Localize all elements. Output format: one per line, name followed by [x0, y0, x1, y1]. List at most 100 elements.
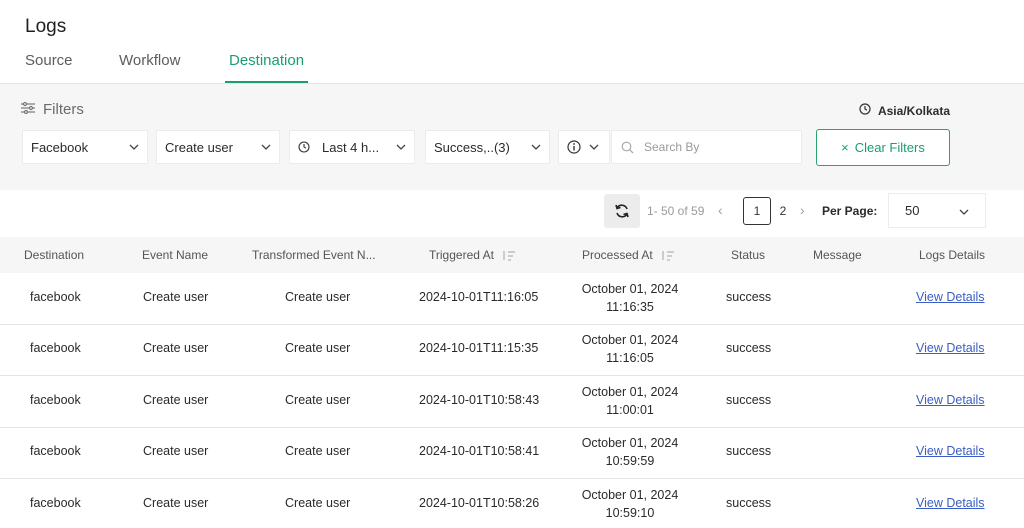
- filter-panel: Filters Asia/Kolkata Facebook Create use…: [0, 84, 1024, 190]
- chevron-right-icon[interactable]: ›: [800, 202, 805, 218]
- status-value: Success,..(3): [434, 139, 510, 155]
- col-triggered-at[interactable]: Triggered At: [429, 248, 516, 262]
- chevron-down-icon: [531, 142, 541, 152]
- processed-time: 11:00:01: [606, 403, 654, 417]
- chevron-left-icon[interactable]: ‹: [718, 202, 723, 218]
- col-message: Message: [813, 248, 862, 262]
- event-dropdown[interactable]: Create user: [156, 130, 280, 164]
- table-row: facebook Create user Create user 2024-10-01…: [0, 324, 1024, 376]
- cell-transformed-event: Create user: [285, 290, 351, 304]
- cell-event-name: Create user: [143, 444, 209, 458]
- cell-triggered-at: 2024-10-01T10:58:41: [419, 444, 540, 458]
- sliders-icon: [21, 101, 35, 118]
- processed-date: October 01, 2024: [581, 488, 679, 502]
- cell-destination: facebook: [30, 393, 81, 407]
- cell-status: success: [726, 290, 772, 304]
- tab-destination[interactable]: Destination: [225, 52, 309, 83]
- per-page-label: Per Page:: [822, 204, 878, 218]
- cell-processed-at: October 01, 2024 10:59:10: [570, 486, 690, 522]
- cell-status: success: [726, 341, 772, 355]
- chevron-down-icon: [959, 203, 969, 218]
- col-triggered-at-label: Triggered At: [429, 248, 494, 262]
- cell-transformed-event: Create user: [285, 393, 351, 407]
- cell-triggered-at: 2024-10-01T11:15:35: [419, 341, 539, 355]
- chevron-down-icon: [261, 142, 271, 152]
- clock-icon: [859, 103, 871, 118]
- event-value: Create user: [165, 139, 233, 155]
- per-page-dropdown[interactable]: 50: [888, 193, 986, 228]
- pagination-range: 1- 50 of 59: [647, 204, 705, 218]
- page-2-button[interactable]: 2: [769, 197, 797, 225]
- status-dropdown[interactable]: Success,..(3): [425, 130, 550, 164]
- refresh-icon: [614, 203, 630, 219]
- processed-date: October 01, 2024: [581, 333, 679, 347]
- view-details-link[interactable]: View Details: [916, 393, 985, 407]
- timezone-label: Asia/Kolkata: [877, 103, 950, 118]
- view-details-link[interactable]: View Details: [916, 444, 985, 458]
- cell-destination: facebook: [30, 341, 81, 355]
- table-header: Destination Event Name Transformed Event…: [0, 237, 1024, 273]
- clear-filters-button[interactable]: × Clear Filters: [816, 129, 950, 166]
- search-icon: [621, 141, 634, 154]
- page-title: Logs: [25, 16, 67, 37]
- processed-time: 10:59:10: [605, 506, 655, 520]
- processed-time: 11:16:35: [606, 300, 654, 314]
- col-processed-at-label: Processed At: [582, 248, 653, 262]
- filters-header: Filters: [21, 101, 84, 118]
- cell-destination: facebook: [30, 496, 81, 510]
- cell-processed-at: October 01, 2024 11:16:35: [570, 280, 690, 316]
- col-status: Status: [731, 248, 766, 262]
- col-processed-at[interactable]: Processed At: [582, 248, 675, 262]
- col-destination: Destination: [24, 248, 85, 262]
- processed-date: October 01, 2024: [581, 436, 679, 450]
- tab-workflow[interactable]: Workflow: [115, 52, 184, 83]
- search-box: [611, 130, 802, 164]
- view-details-link[interactable]: View Details: [916, 341, 985, 355]
- table-row: facebook Create user Create user 2024-10-01…: [0, 427, 1024, 479]
- cell-transformed-event: Create user: [285, 496, 351, 510]
- cell-triggered-at: 2024-10-01T11:16:05: [419, 290, 539, 304]
- col-transformed-event: Transformed Event N...: [252, 248, 376, 262]
- destination-value: Facebook: [31, 139, 89, 155]
- info-icon: [567, 140, 581, 154]
- destination-dropdown[interactable]: Facebook: [22, 130, 148, 164]
- time-range-dropdown[interactable]: Last 4 h...: [289, 130, 415, 164]
- table-row: facebook Create user Create user 2024-10-01…: [0, 376, 1024, 428]
- clock-icon: [298, 141, 310, 153]
- sort-icon: [661, 249, 675, 261]
- table-row: facebook Create user Create user 2024-10-01…: [0, 273, 1024, 325]
- chevron-down-icon: [396, 142, 406, 152]
- cell-transformed-event: Create user: [285, 341, 351, 355]
- page-1-button[interactable]: 1: [743, 197, 771, 225]
- search-input[interactable]: [644, 140, 784, 154]
- refresh-button[interactable]: [604, 194, 640, 228]
- sort-icon: [502, 249, 516, 261]
- per-page-value: 50: [905, 203, 920, 218]
- cell-status: success: [726, 496, 772, 510]
- view-details-link[interactable]: View Details: [916, 496, 985, 510]
- timezone-indicator: Asia/Kolkata: [859, 103, 950, 118]
- cell-event-name: Create user: [143, 341, 209, 355]
- cell-triggered-at: 2024-10-01T10:58:43: [419, 393, 540, 407]
- cell-transformed-event: Create user: [285, 444, 351, 458]
- search-field-dropdown[interactable]: [558, 130, 610, 164]
- view-details-link[interactable]: View Details: [916, 290, 985, 304]
- chevron-down-icon: [129, 142, 139, 152]
- cell-event-name: Create user: [143, 290, 209, 304]
- cell-triggered-at: 2024-10-01T10:58:26: [419, 496, 540, 510]
- cell-processed-at: October 01, 2024 11:00:01: [570, 383, 690, 419]
- close-icon: ×: [841, 140, 849, 155]
- tab-bar: Source Workflow Destination: [0, 48, 1024, 84]
- cell-processed-at: October 01, 2024 10:59:59: [570, 434, 690, 470]
- tab-source[interactable]: Source: [21, 52, 77, 83]
- cell-status: success: [726, 393, 772, 407]
- processed-time: 11:16:05: [606, 351, 654, 365]
- time-range-value: Last 4 h...: [322, 139, 380, 155]
- processed-date: October 01, 2024: [581, 385, 679, 399]
- table-row: facebook Create user Create user 2024-10-01…: [0, 479, 1024, 528]
- cell-processed-at: October 01, 2024 11:16:05: [570, 331, 690, 367]
- processed-date: October 01, 2024: [581, 282, 679, 296]
- cell-destination: facebook: [30, 290, 81, 304]
- col-event-name: Event Name: [142, 248, 209, 262]
- chevron-down-icon: [589, 142, 599, 152]
